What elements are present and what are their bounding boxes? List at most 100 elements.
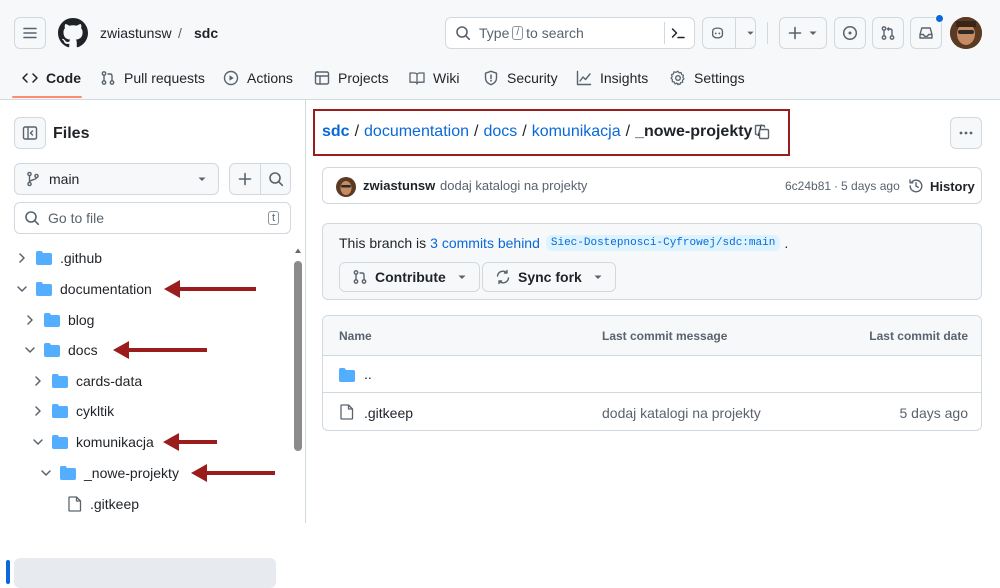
sidebar-scrollbar-thumb[interactable] <box>294 261 302 451</box>
tab-actions[interactable]: Actions <box>223 70 293 86</box>
tree-item-github[interactable]: .github <box>14 244 102 272</box>
commit-dot: · <box>834 179 839 193</box>
contribute-label: Contribute <box>375 269 446 285</box>
tab-settings[interactable]: Settings <box>670 70 745 86</box>
column-header-name: Name <box>339 329 372 343</box>
commits-behind-link[interactable]: 3 commits behind <box>430 235 540 251</box>
command-palette-icon[interactable] <box>670 25 686 41</box>
tree-item-cykltik[interactable]: cykltik <box>30 397 114 425</box>
breadcrumb-sep: / <box>474 123 479 140</box>
tab-projects[interactable]: Projects <box>314 70 389 86</box>
sync-fork-label: Sync fork <box>518 269 582 285</box>
folder-open-icon <box>44 343 60 357</box>
selected-item-background <box>14 558 276 588</box>
breadcrumb-sep: / <box>522 123 527 140</box>
chevron-down-icon <box>809 31 817 35</box>
tree-item-label: komunikacja <box>76 434 154 450</box>
selected-tab-indicator <box>12 96 82 98</box>
copilot-button[interactable] <box>702 17 756 49</box>
tree-item-blog[interactable]: blog <box>22 306 94 334</box>
tab-wiki[interactable]: Wiki <box>409 70 459 86</box>
chevron-down-icon <box>33 439 43 445</box>
sidebar-collapse-icon <box>22 126 38 140</box>
folder-icon <box>339 368 355 382</box>
tree-item-label: documentation <box>60 281 152 297</box>
breadcrumb-link-documentation[interactable]: documentation <box>364 123 469 141</box>
create-new-button[interactable] <box>779 17 827 49</box>
history-button[interactable]: History <box>908 178 975 194</box>
breadcrumb-link-komunikacja[interactable]: komunikacja <box>532 123 621 141</box>
collapse-sidebar-button[interactable] <box>14 117 46 149</box>
scroll-up-arrow-icon[interactable] <box>294 247 302 255</box>
tab-label: Security <box>507 70 558 86</box>
tree-item-docs[interactable]: docs <box>22 336 98 364</box>
triangle-down-icon <box>458 275 466 279</box>
chevron-down-icon <box>17 286 27 292</box>
commit-author[interactable]: zwiastunsw <box>363 178 435 193</box>
tab-label: Wiki <box>433 70 460 86</box>
owner-link[interactable]: zwiastunsw <box>100 25 172 41</box>
folder-icon <box>44 313 60 327</box>
search-input[interactable]: Type / to search <box>445 17 695 49</box>
triangle-down-icon <box>594 275 602 279</box>
notification-dot <box>935 14 944 23</box>
file-commit-message[interactable]: dodaj katalogi na projekty <box>602 405 761 421</box>
search-icon[interactable] <box>268 171 284 187</box>
tab-pull-requests[interactable]: Pull requests <box>100 70 205 86</box>
folder-icon <box>36 251 52 265</box>
git-branch-icon <box>27 171 39 187</box>
tab-insights[interactable]: Insights <box>576 70 648 86</box>
menu-button[interactable] <box>14 17 46 49</box>
git-pull-request-icon <box>881 26 895 40</box>
branch-selector[interactable]: main <box>14 163 219 195</box>
files-table: Name Last commit message Last commit dat… <box>322 315 982 431</box>
chevron-down-icon <box>25 347 35 353</box>
tab-label: Settings <box>694 70 745 86</box>
chevron-right-icon <box>35 376 41 386</box>
tab-label: Projects <box>338 70 389 86</box>
tree-item-cards-data[interactable]: cards-data <box>30 367 142 395</box>
folder-icon <box>52 374 68 388</box>
parent-directory-row[interactable]: .. <box>323 356 981 393</box>
breadcrumb-repo-link[interactable]: sdc <box>322 123 350 141</box>
folder-open-icon <box>52 435 68 449</box>
column-header-message: Last commit message <box>602 329 728 343</box>
go-to-file-input[interactable]: Go to file t <box>14 202 291 234</box>
file-icon <box>340 404 354 420</box>
commit-author-avatar[interactable] <box>336 177 356 197</box>
breadcrumb-current: _nowe-projekty <box>635 123 753 140</box>
tab-label: Pull requests <box>124 70 205 86</box>
search-icon <box>456 26 471 41</box>
issues-button[interactable] <box>834 17 866 49</box>
upstream-ref[interactable]: Siec-Dostepnosci-Cyfrowej/sdc:main <box>545 235 781 251</box>
commit-sha[interactable]: 6c24b81 <box>785 179 831 193</box>
branch-status-suffix: . <box>784 235 789 251</box>
avatar[interactable] <box>950 17 982 49</box>
file-name-link[interactable]: .gitkeep <box>364 405 413 421</box>
history-icon <box>909 179 923 193</box>
repo-header: zwiastunsw / sdc Type / to search Code P <box>0 0 1000 100</box>
breadcrumb-link-docs[interactable]: docs <box>483 123 517 141</box>
copy-path-icon[interactable] <box>754 124 770 140</box>
tab-security[interactable]: Security <box>483 70 558 86</box>
folder-icon <box>52 404 68 418</box>
repo-link[interactable]: sdc <box>194 25 218 41</box>
plus-icon[interactable] <box>238 172 252 186</box>
file-icon <box>68 496 82 512</box>
tree-item-documentation[interactable]: documentation <box>14 275 152 303</box>
tree-item-komunikacja[interactable]: komunikacja <box>30 428 154 456</box>
tree-item-nowe-projekty[interactable]: _nowe-projekty <box>38 459 179 487</box>
contribute-button[interactable]: Contribute <box>339 262 480 292</box>
tree-item-gitkeep[interactable]: .gitkeep <box>68 490 139 518</box>
chevron-down-icon <box>747 31 754 35</box>
pull-requests-button[interactable] <box>872 17 904 49</box>
parent-directory-link[interactable]: .. <box>364 366 372 382</box>
sync-fork-button[interactable]: Sync fork <box>482 262 616 292</box>
commit-message[interactable]: dodaj katalogi na projekty <box>440 178 587 193</box>
tab-code[interactable]: Code <box>22 70 81 86</box>
more-options-button[interactable] <box>950 117 982 149</box>
history-label: History <box>930 178 975 194</box>
table-row[interactable]: .gitkeep dodaj katalogi na projekty 5 da… <box>323 394 981 430</box>
folder-open-icon <box>36 282 52 296</box>
github-logo-icon[interactable] <box>58 18 88 48</box>
